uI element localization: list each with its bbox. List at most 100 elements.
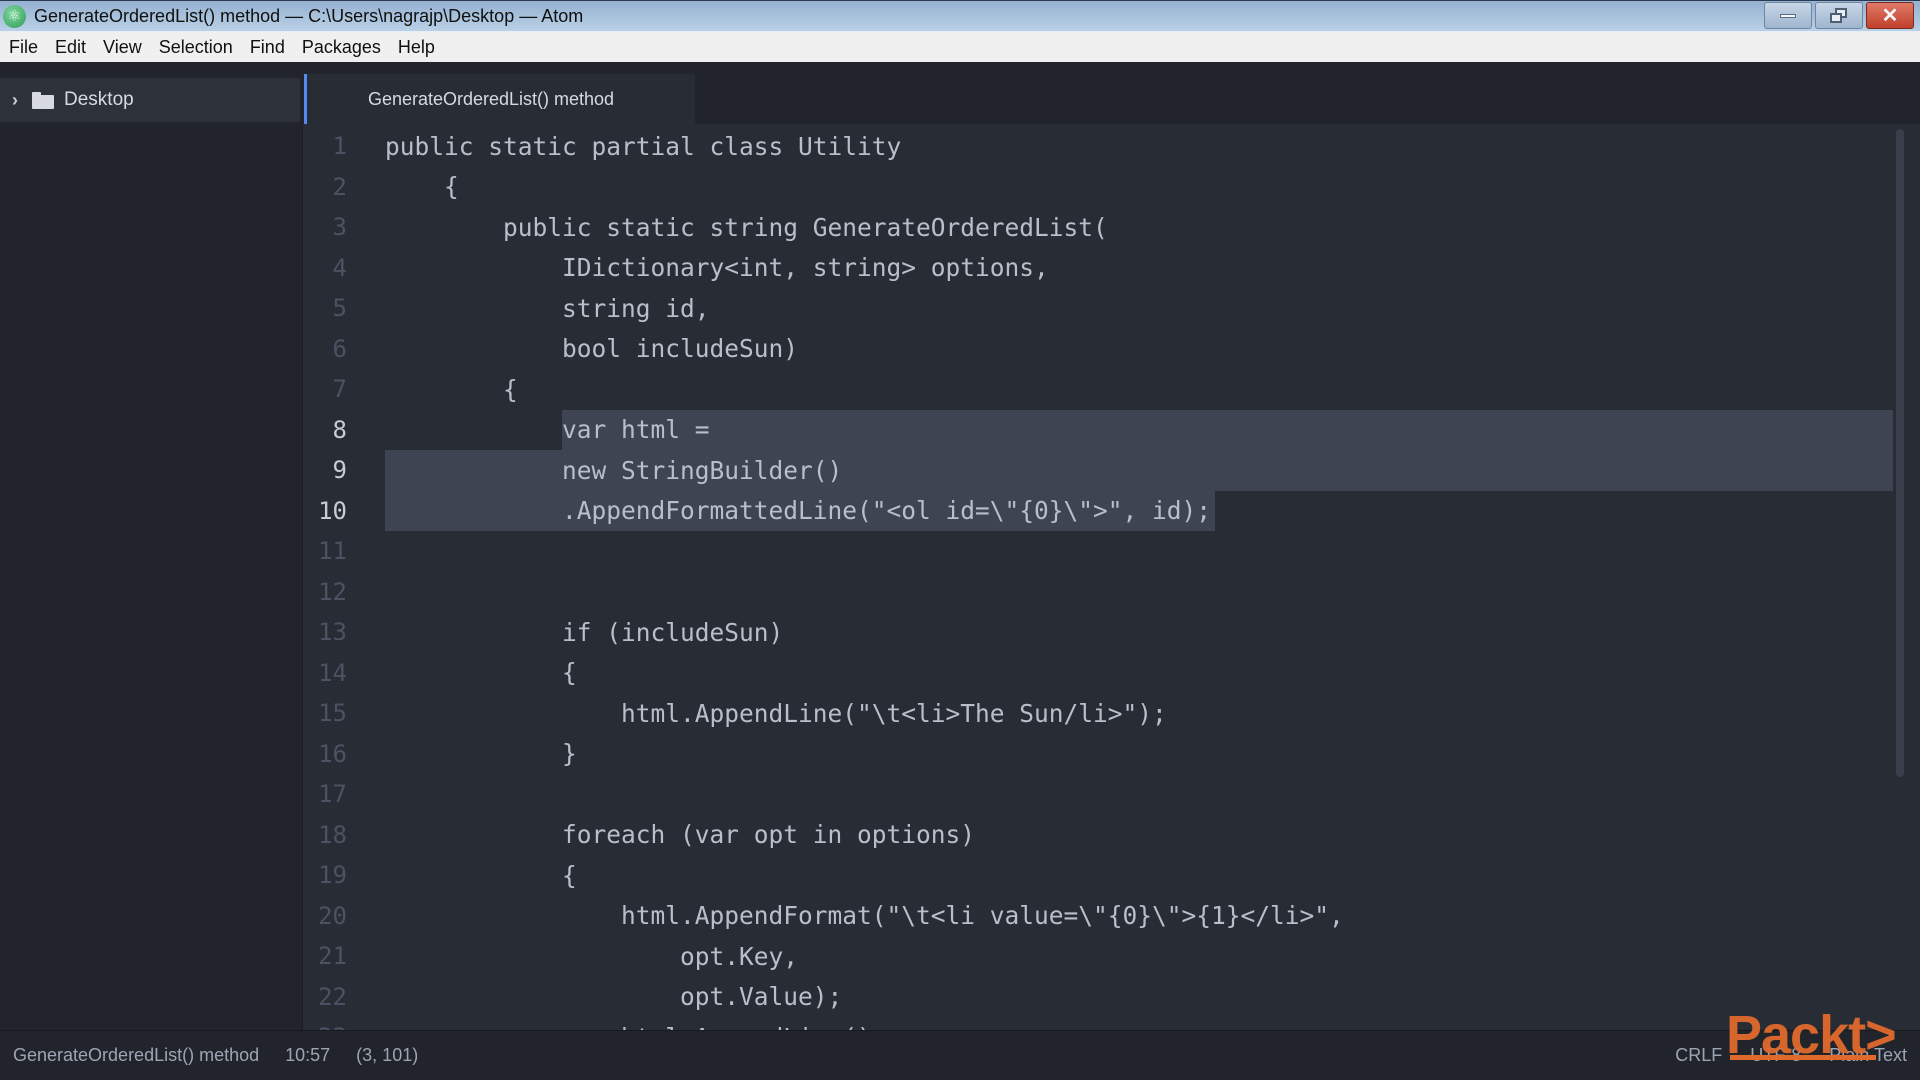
code-line[interactable]: 15 html.AppendLine("\t<li>The Sun/li>"); (303, 693, 1893, 734)
line-number[interactable]: 10 (303, 497, 347, 525)
code-line[interactable]: 12 (303, 572, 1893, 613)
close-button[interactable]: ✕ (1866, 2, 1914, 29)
close-icon: ✕ (1881, 5, 1899, 27)
code-text: opt.Value); (385, 982, 843, 1012)
tree-view: › Desktop (0, 62, 302, 1030)
code-line[interactable]: 17 (303, 774, 1893, 815)
code-line[interactable]: 10 .AppendFormattedLine("<ol id=\"{0}\">… (303, 491, 1893, 532)
line-number[interactable]: 2 (303, 173, 347, 201)
code-text: opt.Key, (385, 941, 799, 971)
code-line[interactable]: 5 string id, (303, 288, 1893, 329)
code-text: { (385, 172, 459, 202)
menu-help[interactable]: Help (389, 37, 443, 58)
restore-button[interactable] (1815, 2, 1863, 29)
status-cursor-position[interactable]: 10:57 (285, 1045, 330, 1066)
code-line[interactable]: 9 new StringBuilder() (303, 450, 1893, 491)
code-line[interactable]: 2 { (303, 167, 1893, 208)
minimize-icon (1780, 13, 1796, 18)
menu-edit[interactable]: Edit (46, 37, 94, 58)
line-number[interactable]: 21 (303, 942, 347, 970)
line-number[interactable]: 13 (303, 618, 347, 646)
line-number[interactable]: 23 (303, 1023, 347, 1030)
line-number[interactable]: 11 (303, 537, 347, 565)
restore-icon (1830, 7, 1848, 24)
code-text: { (385, 658, 577, 688)
code-line[interactable]: 14 { (303, 653, 1893, 694)
code-text: html.AppendLine("\t<li>The Sun/li>"); (385, 698, 1167, 728)
tree-item-desktop[interactable]: › Desktop (0, 78, 300, 122)
code-line[interactable]: 23 html.AppendLine() (303, 1017, 1893, 1030)
menu-bar: File Edit View Selection Find Packages H… (0, 31, 1920, 62)
line-number[interactable]: 17 (303, 780, 347, 808)
code-line[interactable]: 11 (303, 531, 1893, 572)
line-number[interactable]: 5 (303, 294, 347, 322)
code-line[interactable]: 18 foreach (var opt in options) (303, 815, 1893, 856)
tab-title: GenerateOrderedList() method (367, 88, 615, 109)
code-line[interactable]: 21 opt.Key, (303, 936, 1893, 977)
window-controls: ✕ (1764, 2, 1914, 29)
line-number[interactable]: 14 (303, 659, 347, 687)
line-number[interactable]: 6 (303, 335, 347, 363)
code-text: string id, (385, 293, 710, 323)
code-text: html.AppendLine() (385, 1023, 872, 1030)
chevron-right-icon[interactable]: › (12, 90, 26, 111)
code-text: IDictionary<int, string> options, (385, 253, 1049, 283)
line-number[interactable]: 1 (303, 132, 347, 160)
code-line[interactable]: 4 IDictionary<int, string> options, (303, 248, 1893, 289)
line-number[interactable]: 7 (303, 375, 347, 403)
status-file-name[interactable]: GenerateOrderedList() method (13, 1045, 259, 1066)
menu-find[interactable]: Find (241, 37, 293, 58)
window-title: GenerateOrderedList() method — C:\Users\… (34, 6, 584, 26)
code-text: .AppendFormattedLine("<ol id=\"{0}\">", … (385, 496, 1212, 526)
code-line[interactable]: 7 { (303, 369, 1893, 410)
menu-file[interactable]: File (0, 37, 46, 58)
line-number[interactable]: 19 (303, 861, 347, 889)
tab-bar: GenerateOrderedList() method (302, 62, 1920, 124)
code-line[interactable]: 6 bool includeSun) (303, 329, 1893, 370)
status-bar: GenerateOrderedList() method 10:57 (3, 1… (0, 1030, 1920, 1080)
minimize-button[interactable] (1764, 2, 1812, 29)
code-text: } (385, 739, 577, 769)
folder-icon (32, 91, 54, 109)
code-text: var html = (385, 415, 710, 445)
code-line[interactable]: 13 if (includeSun) (303, 612, 1893, 653)
menu-view[interactable]: View (94, 37, 150, 58)
code-line[interactable]: 3 public static string GenerateOrderedLi… (303, 207, 1893, 248)
code-text: new StringBuilder() (385, 455, 843, 485)
line-number[interactable]: 4 (303, 254, 347, 282)
code-text: public static string GenerateOrderedList… (385, 212, 1108, 242)
line-number[interactable]: 20 (303, 902, 347, 930)
line-number[interactable]: 12 (303, 578, 347, 606)
code-line[interactable]: 1 public static partial class Utility (303, 126, 1893, 167)
status-selection-count: (3, 101) (356, 1045, 419, 1065)
title-bar: ⚛ GenerateOrderedList() method — C:\User… (0, 0, 1920, 31)
line-number[interactable]: 8 (303, 416, 347, 444)
code-line[interactable]: 16 } (303, 734, 1893, 775)
code-text: foreach (var opt in options) (385, 820, 976, 850)
status-line-ending[interactable]: CRLF (1675, 1045, 1722, 1066)
code-line[interactable]: 22 opt.Value); (303, 977, 1893, 1018)
code-line[interactable]: 8 var html = (303, 410, 1893, 451)
tree-item-label: Desktop (64, 89, 134, 110)
line-number[interactable]: 18 (303, 821, 347, 849)
code-line[interactable]: 19 { (303, 855, 1893, 896)
packt-logo-underline (1730, 1055, 1876, 1060)
line-number[interactable]: 16 (303, 740, 347, 768)
code-editor[interactable]: 1 public static partial class Utility 2 {3… (302, 124, 1920, 1030)
menu-selection[interactable]: Selection (150, 37, 241, 58)
code-text: public static partial class Utility (385, 131, 902, 161)
code-text: bool includeSun) (385, 334, 799, 364)
code-text: { (385, 374, 518, 404)
tab-generateorderedlist[interactable]: GenerateOrderedList() method (304, 74, 695, 124)
code-line[interactable]: 20 html.AppendFormat("\t<li value=\"{0}\… (303, 896, 1893, 937)
atom-icon: ⚛ (3, 5, 26, 28)
line-number[interactable]: 3 (303, 213, 347, 241)
line-number[interactable]: 9 (303, 456, 347, 484)
vertical-scrollbar[interactable] (1896, 129, 1904, 777)
menu-packages[interactable]: Packages (293, 37, 389, 58)
code-text: if (includeSun) (385, 617, 784, 647)
line-number[interactable]: 22 (303, 983, 347, 1011)
line-number[interactable]: 15 (303, 699, 347, 727)
code-text: html.AppendFormat("\t<li value=\"{0}\">{… (385, 901, 1344, 931)
code-text: { (385, 860, 577, 890)
